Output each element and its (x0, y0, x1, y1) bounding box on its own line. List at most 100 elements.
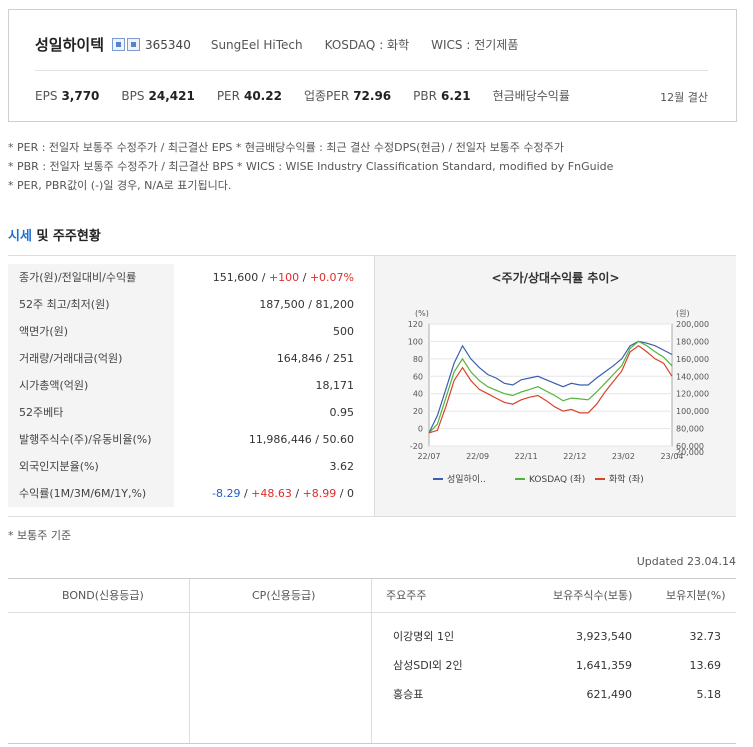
header-holder: 주요주주 (386, 589, 427, 602)
stat-value-part: / (240, 487, 252, 500)
x-tick-label: 23/02 (612, 452, 635, 461)
stat-value: 164,846 / 251 (277, 345, 354, 372)
metric-dividend-yield: 현금배당수익률 (492, 89, 570, 103)
left-tick-label: 120 (408, 320, 423, 329)
base-note: * 보통주 기준 (8, 529, 72, 542)
right-tick-label: 100,000 (676, 407, 709, 416)
note-per: * PER : 전일자 보통주 수정주가 / 최근결산 EPS * 현금배당수익… (8, 141, 564, 154)
shareholder-table: BOND(신용등급) CP(신용등급) 주요주주 보유주식수(보통) 보유지분(… (8, 578, 736, 744)
stat-row: 52주베타 0.95 (8, 399, 374, 426)
left-tick-label: 0 (418, 425, 423, 434)
stat-value-part: / 0 (336, 487, 354, 500)
x-tick-label: 22/12 (563, 452, 586, 461)
left-tick-label: 60 (413, 372, 423, 381)
section-title-rest: 및 주주현황 (31, 229, 101, 244)
company-name: 성일하이텍 (35, 36, 105, 54)
left-axis-unit: (%) (415, 309, 429, 318)
stat-label: 52주베타 (8, 399, 174, 426)
metric-per: PER 40.22 (216, 88, 282, 103)
metric-bps: BPS 24,421 (121, 88, 195, 103)
stat-value-part: 0.95 (329, 406, 355, 419)
shareholder-shares: 621,490 (586, 688, 633, 701)
settlement-month: 12월 결산 (660, 91, 708, 104)
stat-value: 500 (333, 318, 354, 345)
english-name: SungEel HiTech (210, 37, 303, 52)
shareholder-ratio: 5.18 (696, 688, 722, 701)
stat-value-part: 187,500 / 81,200 (259, 298, 354, 311)
metric-sector-per: 업종PER 72.96 (303, 89, 392, 103)
company-summary-box: 성일하이텍 365340 SungEel HiTech KOSDAQ : 화학 … (8, 9, 737, 122)
legend-label: 화학 (좌) (609, 474, 644, 485)
stat-value-part: 164,846 / 251 (276, 352, 354, 365)
note-pbr: * PBR : 전일자 보통주 수정주가 / 최근결산 BPS * WICS :… (8, 160, 614, 173)
section-title-accent: 시세 (8, 229, 32, 244)
shareholder-ratio: 13.69 (689, 659, 722, 672)
stat-label: 종가(원)/전일대비/수익률 (8, 264, 174, 291)
report-icon[interactable] (127, 38, 141, 51)
stat-value-part: 18,171 (315, 379, 355, 392)
right-tick-label: 120,000 (676, 390, 709, 399)
left-tick-label: 40 (413, 390, 423, 399)
summary-divider (35, 70, 708, 71)
table-divider-2 (371, 579, 372, 743)
right-tick-label: 140,000 (676, 372, 709, 381)
right-tick-label: 180,000 (676, 337, 709, 346)
market-panel: 종가(원)/전일대비/수익률 151,600 / +100 / +0.07% 52주… (8, 255, 736, 517)
stat-value: 18,171 (316, 372, 355, 399)
x-tick-label: 22/11 (515, 452, 538, 461)
header-bond: BOND(신용등급) (62, 589, 144, 602)
stat-label: 52주 최고/최저(원) (8, 291, 174, 318)
stat-value-part: / (299, 271, 310, 284)
right-axis-unit: (원) (676, 309, 690, 318)
note-negative: * PER, PBR값이 (-)일 경우, N/A로 표기됩니다. (8, 179, 232, 192)
left-tick-label: 20 (413, 407, 423, 416)
stat-value: 11,986,446 / 50.60 (249, 426, 354, 453)
stat-value-part: +0.07% (309, 271, 354, 284)
x-tick-label: 23/04 (660, 452, 683, 461)
stat-label: 수익률(1M/3M/6M/1Y,%) (8, 480, 174, 507)
stat-value-part: +100 (268, 271, 300, 284)
stat-label: 외국인지분율(%) (8, 453, 174, 480)
right-tick-label: 80,000 (676, 425, 704, 434)
stat-row: 시가총액(억원) 18,171 (8, 372, 374, 399)
stat-value-part: 500 (333, 325, 354, 338)
stat-value-part: -8.29 (211, 487, 241, 500)
stat-row: 외국인지분율(%) 3.62 (8, 453, 374, 480)
stat-value-part: +8.99 (302, 487, 337, 500)
stat-row: 52주 최고/최저(원) 187,500 / 81,200 (8, 291, 374, 318)
x-tick-label: 22/09 (466, 452, 489, 461)
stat-row: 발행주식수(주)/유동비율(%) 11,986,446 / 50.60 (8, 426, 374, 453)
shareholder-name: 홍승표 (393, 688, 424, 701)
market-label: KOSDAQ : 화학 (324, 38, 410, 52)
legend-label: 성일하이.. (447, 474, 486, 485)
legend-label: KOSDAQ (좌) (529, 474, 585, 485)
metric-eps: EPS 3,770 (35, 88, 100, 103)
metrics-row: EPS 3,770 BPS 24,421 PER 40.22 업종PER 72.96 P… (35, 87, 596, 104)
stat-label: 발행주식수(주)/유동비율(%) (8, 426, 174, 453)
wics-label: WICS : 전기제품 (431, 38, 519, 52)
shareholder-shares: 1,641,359 (576, 659, 632, 672)
shareholder-name: 삼성SDI외 2인 (393, 659, 463, 672)
stat-value-part: 3.62 (329, 460, 355, 473)
chart-panel: <주가/상대수익률 추이> 120 200,000 100 180,000 80 160,… (375, 256, 736, 516)
stat-value: 3.62 (330, 453, 355, 480)
shareholder-name: 이강명외 1인 (393, 630, 455, 643)
stat-value-part: 11,986,446 / 50.60 (248, 433, 354, 446)
stat-row: 종가(원)/전일대비/수익률 151,600 / +100 / +0.07% (8, 264, 374, 291)
stat-row: 액면가(원) 500 (8, 318, 374, 345)
right-tick-label: 200,000 (676, 320, 709, 329)
header-shares: 보유주식수(보통) (553, 589, 633, 602)
left-tick-label: 80 (413, 355, 423, 364)
company-title-row: 성일하이텍 365340 SungEel HiTech KOSDAQ : 화학 … (35, 34, 540, 55)
header-ratio: 보유지분(%) (666, 589, 726, 602)
stat-value: 0.95 (330, 399, 355, 426)
updated-date: Updated 23.04.14 (636, 555, 736, 568)
home-icon[interactable] (112, 38, 126, 51)
stats-table: 종가(원)/전일대비/수익률 151,600 / +100 / +0.07% 52주… (8, 256, 374, 516)
stat-row: 수익률(1M/3M/6M/1Y,%) -8.29 / +48.63 / +8.99… (8, 480, 374, 507)
stat-label: 액면가(원) (8, 318, 174, 345)
stat-value: -8.29 / +48.63 / +8.99 / 0 (212, 480, 354, 507)
stat-row: 거래량/거래대금(억원) 164,846 / 251 (8, 345, 374, 372)
section-title: 시세 및 주주현황 (8, 225, 101, 244)
table-divider-1 (189, 579, 190, 743)
